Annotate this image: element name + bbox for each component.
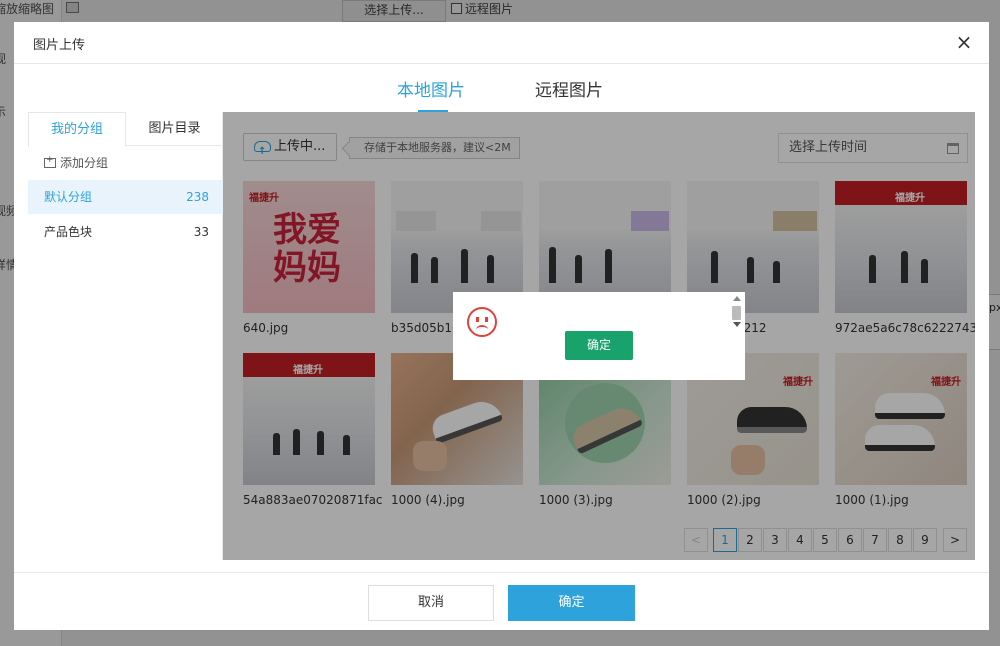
scroll-up-icon[interactable]: [733, 296, 741, 301]
tab-local-images[interactable]: 本地图片: [397, 76, 465, 101]
tab-my-groups[interactable]: 我的分组: [28, 112, 126, 147]
group-panel: 我的分组 图片目录 添加分组 默认分组 238 产品色块 33: [28, 112, 223, 560]
dialog-title: 图片上传: [33, 38, 86, 53]
sad-face-icon: [467, 307, 497, 337]
group-name: 默认分组: [44, 190, 93, 204]
scroll-down-icon[interactable]: [733, 322, 741, 327]
alert-confirm-button[interactable]: 确定: [565, 331, 633, 360]
cancel-button[interactable]: 取消: [368, 585, 494, 621]
dialog-header: 图片上传 ×: [14, 22, 989, 64]
tab-remote-images[interactable]: 远程图片: [535, 76, 603, 101]
group-panel-tabs: 我的分组 图片目录: [28, 112, 223, 147]
scroll-thumb[interactable]: [732, 306, 741, 320]
alert-scrollbar[interactable]: [729, 294, 745, 330]
group-item-default[interactable]: 默认分组 238: [28, 180, 223, 214]
group-item-product-color[interactable]: 产品色块 33: [28, 215, 223, 249]
dialog-footer: 取消 确定: [14, 572, 989, 630]
add-group-label: 添加分组: [60, 156, 109, 170]
close-icon[interactable]: ×: [953, 31, 975, 53]
tab-image-directory[interactable]: 图片目录: [126, 112, 223, 146]
confirm-button[interactable]: 确定: [508, 585, 635, 621]
group-name: 产品色块: [44, 225, 93, 239]
group-count: 33: [193, 225, 209, 239]
add-group-button[interactable]: 添加分组: [44, 154, 108, 171]
error-alert: 确定: [453, 292, 745, 380]
source-tabs: 本地图片 远程图片: [14, 64, 989, 112]
group-count: 238: [186, 190, 209, 204]
folder-add-icon: [44, 155, 56, 168]
